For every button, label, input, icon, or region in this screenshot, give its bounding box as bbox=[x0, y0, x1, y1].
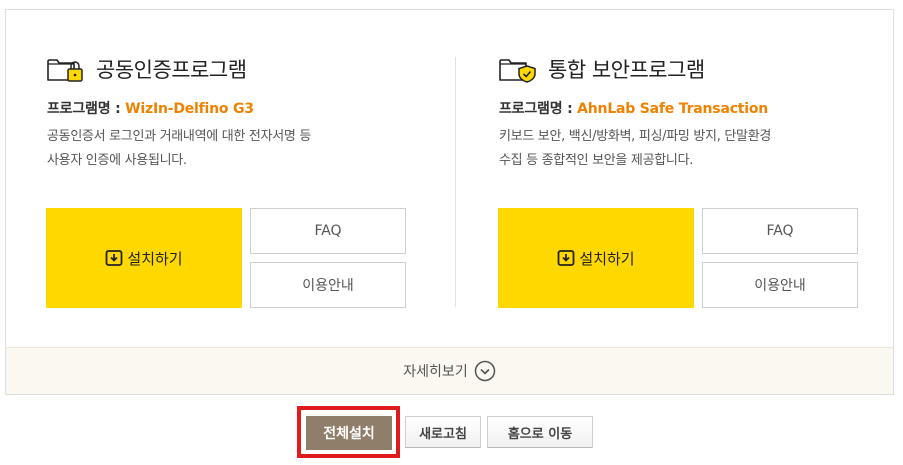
guide-button-security[interactable]: 이용안내 bbox=[702, 262, 858, 308]
refresh-button[interactable]: 새로고침 bbox=[405, 416, 481, 448]
bottom-actions: 전체설치 새로고침 홈으로 이동 bbox=[0, 406, 903, 458]
install-label: 설치하기 bbox=[127, 249, 183, 268]
section-certificate: 공동인증프로그램 프로그램명 : WizIn-Delfino G3 공동인증서 … bbox=[46, 10, 446, 310]
program-name-label: 프로그램명 : bbox=[499, 101, 578, 117]
section-title-text: 공동인증프로그램 bbox=[96, 58, 247, 82]
download-icon bbox=[557, 250, 575, 266]
program-name: 프로그램명 : WizIn-Delfino G3 bbox=[47, 98, 254, 118]
install-button-security[interactable]: 설치하기 bbox=[498, 208, 694, 308]
go-home-button[interactable]: 홈으로 이동 bbox=[487, 416, 593, 448]
program-description: 키보드 보안, 백신/방화벽, 피싱/파밍 방지, 단말환경 수집 등 종합적인… bbox=[499, 125, 879, 173]
section-title: 통합 보안프로그램 bbox=[498, 55, 705, 83]
desc-line: 수집 등 종합적인 보안을 제공합니다. bbox=[499, 153, 694, 168]
folder-lock-icon bbox=[46, 55, 92, 83]
folder-shield-icon bbox=[498, 55, 544, 83]
install-panel: 공동인증프로그램 프로그램명 : WizIn-Delfino G3 공동인증서 … bbox=[5, 9, 894, 395]
section-title-text: 통합 보안프로그램 bbox=[548, 58, 705, 82]
faq-button-certificate[interactable]: FAQ bbox=[250, 208, 406, 254]
download-icon bbox=[105, 250, 123, 266]
section-title: 공동인증프로그램 bbox=[46, 56, 247, 82]
section-divider bbox=[455, 57, 456, 307]
program-name-value: WizIn-Delfino G3 bbox=[125, 101, 254, 117]
program-name-value: AhnLab Safe Transaction bbox=[577, 101, 769, 117]
faq-button-security[interactable]: FAQ bbox=[702, 208, 858, 254]
chevron-down-circle-icon bbox=[474, 360, 495, 382]
view-details-label: 자세히보기 bbox=[403, 364, 468, 380]
install-all-button[interactable]: 전체설치 bbox=[306, 416, 392, 450]
view-details-button[interactable]: 자세히보기 bbox=[6, 347, 893, 394]
install-label: 설치하기 bbox=[579, 249, 635, 268]
program-name-label: 프로그램명 : bbox=[47, 101, 126, 117]
guide-button-certificate[interactable]: 이용안내 bbox=[250, 262, 406, 308]
section-security: 통합 보안프로그램 프로그램명 : AhnLab Safe Transactio… bbox=[498, 10, 898, 310]
install-button-certificate[interactable]: 설치하기 bbox=[46, 208, 242, 308]
program-description: 공동인증서 로그인과 거래내역에 대한 전자서명 등 사용자 인증에 사용됩니다… bbox=[47, 125, 427, 173]
program-name: 프로그램명 : AhnLab Safe Transaction bbox=[499, 98, 768, 118]
desc-line: 사용자 인증에 사용됩니다. bbox=[47, 153, 187, 168]
desc-line: 키보드 보안, 백신/방화벽, 피싱/파밍 방지, 단말환경 bbox=[499, 129, 772, 144]
desc-line: 공동인증서 로그인과 거래내역에 대한 전자서명 등 bbox=[47, 129, 312, 144]
